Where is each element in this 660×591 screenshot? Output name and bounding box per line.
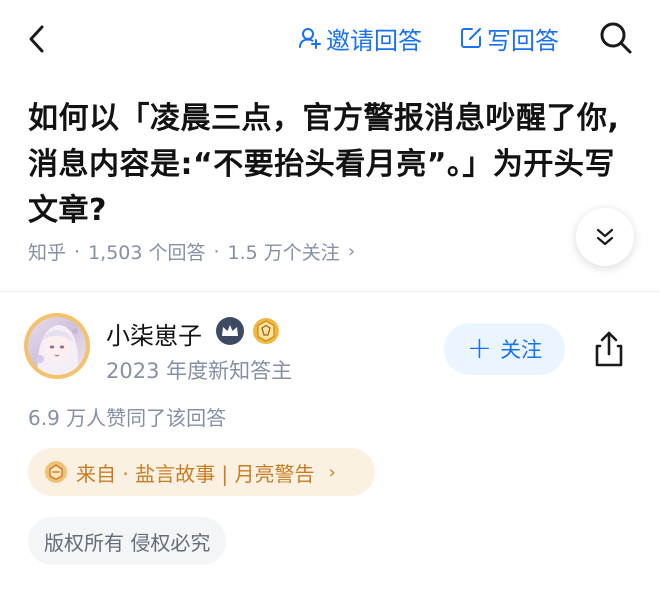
crown-badge-icon <box>216 317 244 345</box>
plus-icon: + <box>466 331 493 366</box>
top-navigation-bar: 邀请回答 写回答 <box>0 0 660 78</box>
share-button[interactable] <box>592 330 626 368</box>
double-chevron-down-icon <box>596 228 614 246</box>
meta-separator: · <box>74 240 81 263</box>
chevron-right-icon: › <box>347 241 356 262</box>
question-title[interactable]: 如何以「凌晨三点，官方警报消息吵醒了你,消息内容是:“不要抬头看月亮”。」为开头… <box>28 96 638 234</box>
question-meta[interactable]: 知乎 · 1,503 个回答 · 1.5 万个关注 › <box>28 238 355 265</box>
back-button[interactable] <box>22 22 52 56</box>
salt-story-icon <box>45 461 67 483</box>
invite-user-icon <box>299 28 321 49</box>
avatar-illustration <box>36 325 79 375</box>
back-arrow-icon <box>29 25 44 53</box>
source-pill-label: 来自 · 盐言故事 | 月亮警告 <box>76 461 315 486</box>
author-avatar[interactable] <box>24 313 90 379</box>
answers-count: 1,503 个回答 <box>88 242 206 264</box>
section-divider <box>0 291 660 292</box>
meta-separator: · <box>213 240 220 263</box>
chevron-right-icon: › <box>328 461 336 483</box>
avatar-image <box>28 317 86 375</box>
follow-button[interactable]: + 关注 <box>444 323 565 375</box>
search-button[interactable] <box>598 20 634 56</box>
invite-answer-button[interactable]: 邀请回答 <box>298 20 422 56</box>
author-name[interactable]: 小柒崽子 <box>106 316 202 351</box>
approval-count: 6.9 万人赞同了该回答 <box>28 406 227 430</box>
write-answer-label: 写回答 <box>487 26 559 55</box>
edit-icon <box>461 28 481 48</box>
invite-answer-label: 邀请回答 <box>326 26 422 55</box>
question-source: 知乎 <box>28 242 67 264</box>
write-answer-button[interactable]: 写回答 <box>459 20 559 56</box>
copyright-tag: 版权所有 侵权必究 <box>28 517 227 565</box>
followers-count: 1.5 万个关注 <box>227 242 340 264</box>
search-icon <box>600 22 632 54</box>
share-icon <box>595 331 623 367</box>
gold-award-icon <box>252 317 280 345</box>
collapse-button[interactable] <box>576 208 634 266</box>
follow-label: 关注 <box>500 338 543 362</box>
author-badge-text: 2023 年度新知答主 <box>106 359 293 383</box>
source-pill[interactable]: 来自 · 盐言故事 | 月亮警告 › <box>28 448 375 496</box>
